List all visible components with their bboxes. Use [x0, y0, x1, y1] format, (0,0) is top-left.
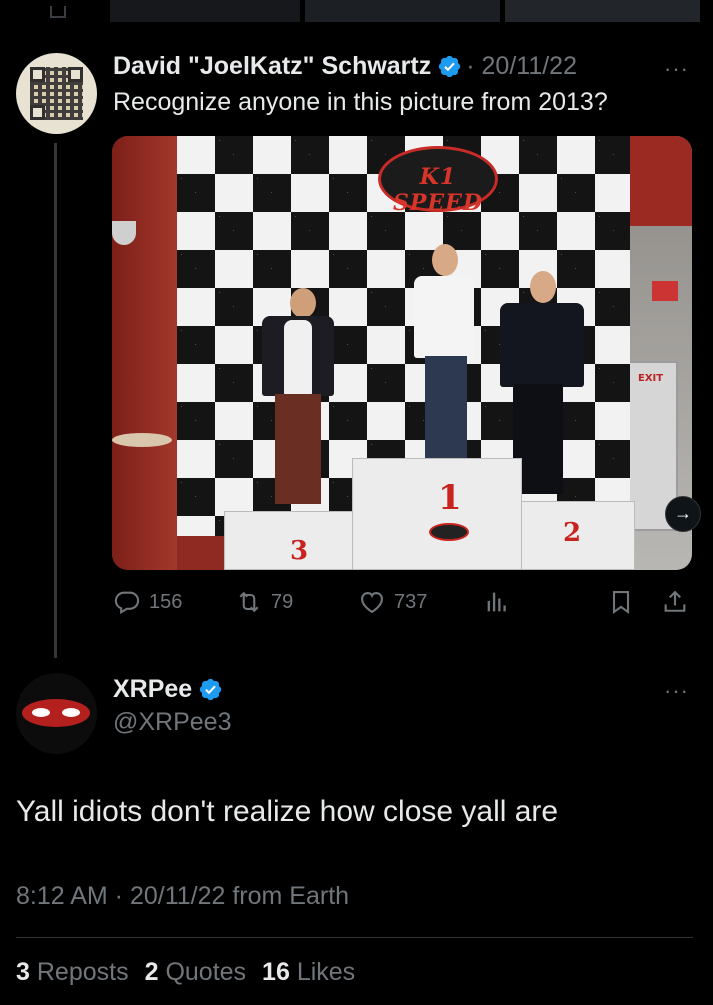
more-icon[interactable]: ··· [664, 56, 689, 82]
cutoff-block [305, 0, 500, 22]
likes-stat[interactable]: 16 Likes [262, 958, 355, 987]
thread-connector-line [54, 143, 57, 658]
previous-content-strip [0, 0, 713, 26]
cutoff-block [505, 0, 700, 22]
tweet-timestamp[interactable]: 8:12 AM · 20/11/22 from Earth [16, 882, 349, 911]
podium-badge [429, 523, 469, 541]
author-name[interactable]: David "JoelKatz" Schwartz [113, 52, 431, 81]
tweet-date[interactable]: · 20/11/22 [466, 52, 577, 81]
podium-label-3: 3 [290, 536, 309, 566]
more-icon[interactable]: ··· [664, 678, 689, 704]
tweet-author-row: XRPee [113, 673, 223, 705]
photo-wall-left [112, 136, 177, 570]
podium-label-1: 1 [438, 478, 462, 518]
exit-sign-text: EXIT [638, 373, 664, 384]
tweet-actions: 156 79 737 [113, 586, 693, 618]
author-name[interactable]: XRPee [113, 675, 192, 704]
engagement-stats: 3 Reposts 2 Quotes 16 Likes [16, 958, 371, 987]
photo-lamp [112, 221, 136, 245]
red-mask-image [22, 699, 90, 727]
like-count: 737 [394, 590, 428, 613]
photo-table [112, 433, 172, 447]
reply-count: 156 [149, 590, 183, 613]
like-icon [361, 591, 383, 614]
avatar[interactable] [16, 53, 97, 134]
qr-code-image [30, 67, 83, 120]
verified-badge-icon[interactable] [198, 677, 223, 702]
tweet-text: Yall idiots don't realize how close yall… [16, 795, 559, 828]
share-button[interactable] [661, 586, 697, 618]
podium-first [352, 458, 522, 570]
cutoff-block [110, 0, 300, 22]
next-arrow-icon[interactable]: → [665, 496, 701, 532]
reposts-stat[interactable]: 3 Reposts [16, 958, 129, 987]
repost-count: 79 [271, 590, 294, 613]
menu-icon [50, 6, 66, 18]
tweet-photo[interactable]: EXIT K1 SPEED 1 2 3 [112, 136, 692, 570]
logo-text: K1 SPEED [392, 164, 484, 216]
like-button[interactable]: 737 [358, 586, 427, 618]
reply-button[interactable]: 156 [113, 586, 182, 618]
retweet-icon [239, 591, 259, 613]
quotes-stat[interactable]: 2 Quotes [145, 958, 246, 987]
bookmark-icon [612, 591, 630, 614]
photo-exit-light [652, 281, 678, 301]
k1-speed-logo: K1 SPEED [378, 146, 498, 216]
share-icon [664, 590, 686, 612]
reply-icon [114, 591, 140, 615]
divider [16, 937, 693, 938]
verified-badge-icon[interactable] [437, 54, 462, 79]
bookmark-button[interactable] [607, 586, 643, 618]
podium-label-2: 2 [563, 518, 582, 548]
avatar[interactable] [16, 673, 97, 754]
views-button[interactable] [483, 586, 519, 618]
tweet-author-row: David "JoelKatz" Schwartz · 20/11/22 [113, 50, 577, 82]
views-icon [487, 592, 506, 612]
tweet-text: Recognize anyone in this picture from 20… [113, 88, 608, 116]
author-handle[interactable]: @XRPee3 [113, 708, 232, 737]
repost-button[interactable]: 79 [235, 586, 293, 618]
